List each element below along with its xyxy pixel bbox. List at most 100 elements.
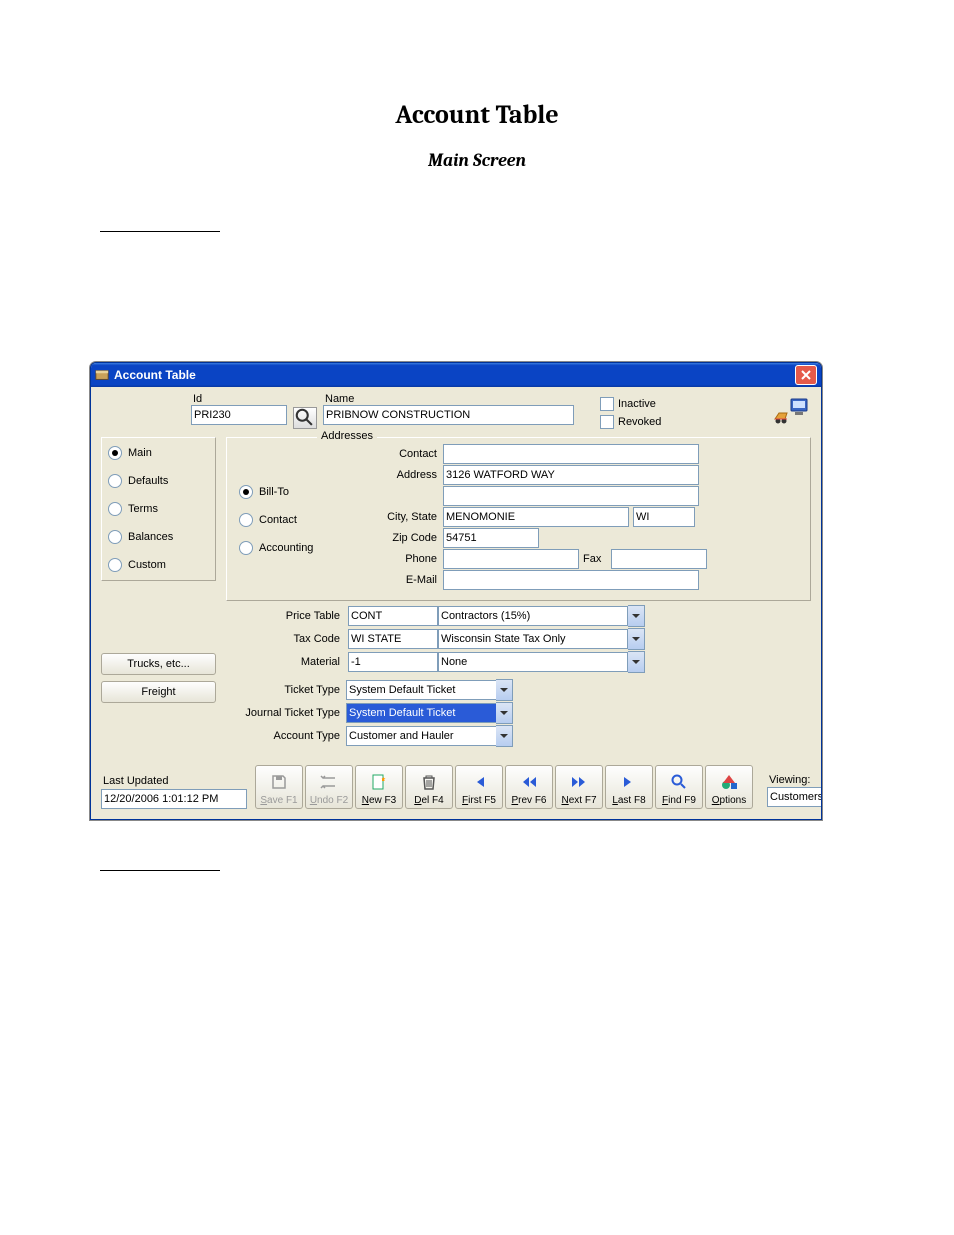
phone-input[interactable] [443,549,579,569]
material-label: Material [226,656,346,668]
tax-code-desc-input[interactable] [438,629,628,649]
inactive-checkbox[interactable] [600,397,614,411]
phone-label: Phone [333,553,443,565]
address1-input[interactable] [443,465,699,485]
account-table-window: Account Table Id Name [90,362,822,820]
titlebar: Account Table [91,363,821,387]
city-state-label: City, State [333,511,443,523]
del-f4-button[interactable]: Del F4 [405,765,453,809]
doc-title: Account Table [90,100,864,130]
toolbar-label: Del F4 [414,795,443,806]
save-f1-button: Save F1 [255,765,303,809]
toolbar-label: Prev F6 [511,795,546,806]
nav-radio-custom[interactable]: Custom [108,558,209,572]
price-table-code-input[interactable] [348,606,438,626]
nav-radio-label: Terms [128,503,158,515]
prev-f6-button[interactable]: Prev F6 [505,765,553,809]
toolbar-label: Save F1 [260,795,297,806]
account-type-label: Account Type [226,730,346,742]
nav-radio-label: Custom [128,559,166,571]
radio-icon [108,530,122,544]
ticket-type-input[interactable] [346,680,498,700]
nav-radio-terms[interactable]: Terms [108,502,209,516]
nav-radio-balances[interactable]: Balances [108,530,209,544]
undo-f2-button: Undo F2 [305,765,353,809]
new-f3-button[interactable]: ✦ New F3 [355,765,403,809]
nav-radio-label: Defaults [128,475,168,487]
address-label: Address [333,469,443,481]
toolbar-label: Undo F2 [310,795,348,806]
address-radio-billto[interactable]: Bill-To [239,485,329,499]
material-code-input[interactable] [348,652,438,672]
chevron-down-icon [500,709,508,717]
ticket-type-label: Ticket Type [226,684,346,696]
material-dropdown[interactable] [628,651,645,673]
left-nav: Main Defaults Terms Balances Custom Trucks, … [101,437,216,747]
contact-input[interactable] [443,444,699,464]
nav-radio-defaults[interactable]: Defaults [108,474,209,488]
next-f7-button[interactable]: Next F7 [555,765,603,809]
toolbar-label: Options [712,795,746,806]
account-type-dropdown[interactable] [496,725,513,747]
contact-label: Contact [333,448,443,460]
tax-code-code-input[interactable] [348,629,438,649]
section-rule [100,870,220,871]
toolbar-label: Next F7 [561,795,596,806]
address-radio-label: Bill-To [259,486,289,498]
name-input[interactable] [323,405,574,425]
close-button[interactable] [795,365,817,385]
fax-input[interactable] [611,549,707,569]
find-icon [670,773,688,795]
email-input[interactable] [443,570,699,590]
viewing-select[interactable] [767,787,822,807]
find-f9-button[interactable]: Find F9 [655,765,703,809]
options-button[interactable]: Options [705,765,753,809]
price-table-label: Price Table [226,610,346,622]
email-label: E-Mail [333,574,443,586]
radio-icon [108,558,122,572]
address-radio-contact[interactable]: Contact [239,513,329,527]
journal-ticket-dropdown[interactable] [496,702,513,724]
address2-input[interactable] [443,486,699,506]
truck-computer-icon [773,393,811,428]
id-input[interactable] [191,405,287,425]
prev-icon [520,773,538,795]
state-input[interactable] [633,507,695,527]
toolbar-label: New F3 [362,795,396,806]
material-desc-input[interactable] [438,652,628,672]
last-icon [620,773,638,795]
journal-ticket-input[interactable] [346,703,498,723]
svg-text:✦: ✦ [381,776,386,783]
account-type-input[interactable] [346,726,498,746]
city-input[interactable] [443,507,629,527]
tax-code-dropdown[interactable] [628,628,645,650]
radio-icon [239,485,253,499]
trucks-button[interactable]: Trucks, etc... [101,653,216,675]
window-title: Account Table [114,368,196,382]
toolbar-label: Last F8 [612,795,645,806]
name-label: Name [323,393,574,405]
nav-radio-main[interactable]: Main [108,446,209,460]
address-radio-label: Contact [259,514,297,526]
toolbar-label: First F5 [462,795,496,806]
nav-radio-label: Main [128,447,152,459]
save-icon [270,773,288,795]
price-table-dropdown[interactable] [628,605,645,627]
id-lookup-button[interactable] [293,407,317,429]
radio-icon [108,446,122,460]
radio-icon [239,513,253,527]
addresses-legend: Addresses [317,430,377,442]
address-radio-accounting[interactable]: Accounting [239,541,329,555]
freight-button[interactable]: Freight [101,681,216,703]
chevron-down-icon [632,612,640,620]
ticket-type-dropdown[interactable] [496,679,513,701]
trash-icon [420,773,438,795]
first-f5-button[interactable]: First F5 [455,765,503,809]
zip-input[interactable] [443,528,539,548]
last-f8-button[interactable]: Last F8 [605,765,653,809]
last-updated-label: Last Updated [101,775,247,787]
address-radio-label: Accounting [259,542,313,554]
revoked-checkbox[interactable] [600,415,614,429]
price-table-desc-input[interactable] [438,606,628,626]
options-icon [720,773,738,795]
